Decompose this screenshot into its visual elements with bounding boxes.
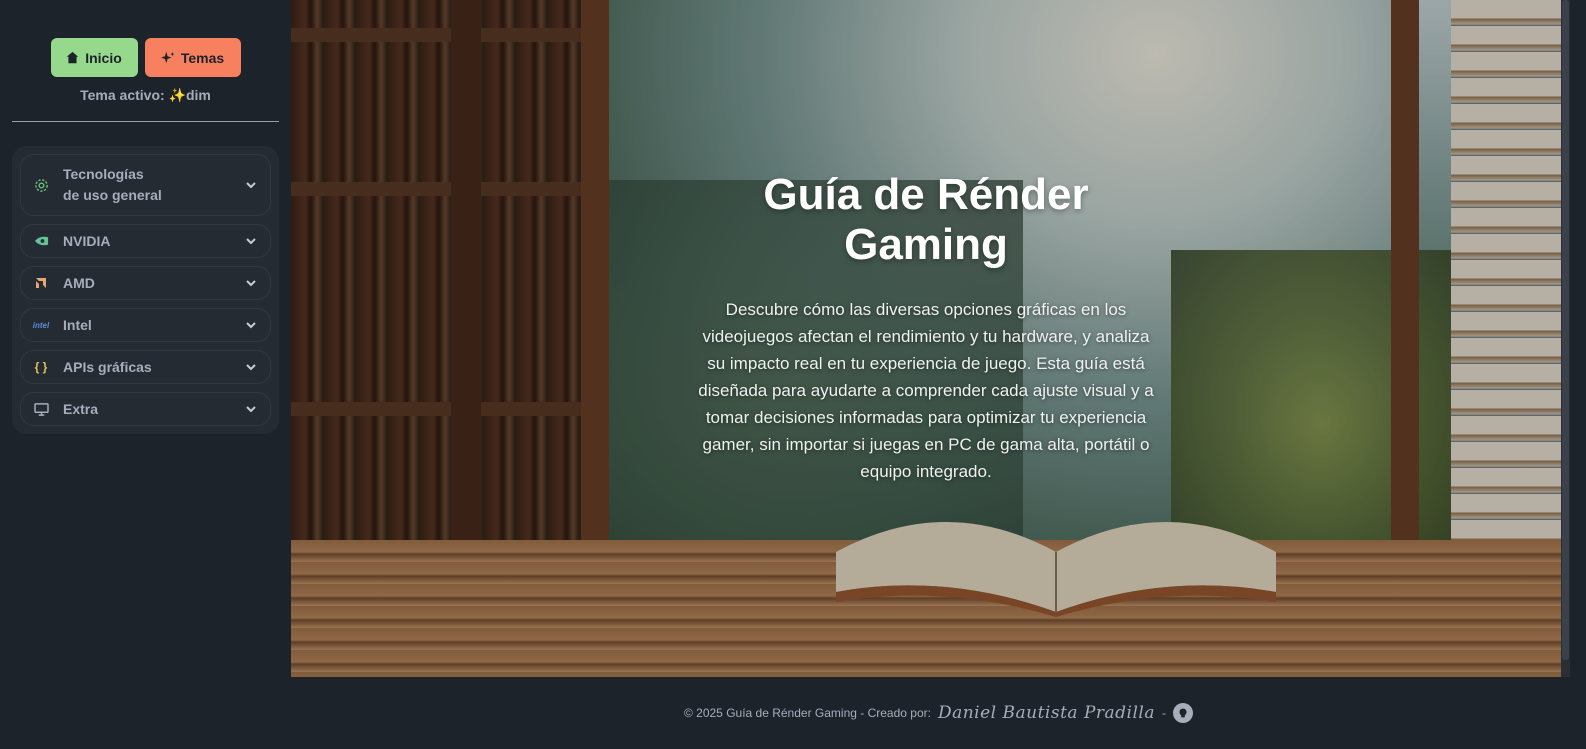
- menu-item-nvidia[interactable]: NVIDIA: [20, 224, 271, 258]
- menu-item-general-tech[interactable]: Tecnologías de uso general: [20, 154, 271, 216]
- nav-menu: Tecnologías de uso general NVIDIA AMD in…: [12, 146, 279, 434]
- chevron-down-icon: [246, 320, 256, 330]
- theme-sparkle-icon: ✨: [168, 87, 186, 103]
- app: Inicio Temas Tema activo: ✨dim Tecnologí…: [0, 0, 1586, 749]
- themes-button[interactable]: Temas: [144, 38, 241, 77]
- home-button[interactable]: Inicio: [50, 38, 138, 77]
- monitor-icon: [33, 401, 49, 417]
- chevron-down-icon: [246, 278, 256, 288]
- menu-item-label: APIs gráficas: [63, 358, 152, 375]
- menu-item-extra[interactable]: Extra: [20, 392, 271, 426]
- hero-section: Guía de Rénder Gaming Descubre cómo las …: [291, 0, 1561, 677]
- nvidia-icon: [33, 233, 49, 249]
- divider: [12, 121, 279, 122]
- menu-item-label-line1: Tecnologías: [63, 166, 144, 182]
- chevron-down-icon: [246, 180, 256, 190]
- top-buttons: Inicio Temas: [12, 38, 279, 77]
- active-theme-value: dim: [185, 87, 211, 103]
- menu-item-label: NVIDIA: [63, 232, 111, 249]
- menu-item-label: Intel: [63, 316, 92, 333]
- amd-icon: [33, 275, 49, 291]
- sparkles-icon: [160, 51, 175, 63]
- chevron-down-icon: [246, 362, 256, 372]
- footer: © 2025 Guía de Rénder Gaming - Creado po…: [291, 677, 1586, 749]
- menu-item-graphics-apis[interactable]: { } APIs gráficas: [20, 350, 271, 384]
- menu-item-label-line2: de uso general: [63, 187, 162, 203]
- footer-author-link[interactable]: Daniel Bautista Pradilla: [938, 703, 1155, 723]
- chevron-down-icon: [246, 404, 256, 414]
- intel-icon: intel: [32, 320, 50, 330]
- github-icon[interactable]: [1173, 703, 1193, 723]
- active-theme: Tema activo: ✨dim: [12, 87, 279, 104]
- menu-item-label: AMD: [63, 274, 95, 291]
- active-theme-label: Tema activo:: [80, 87, 165, 103]
- home-icon: [67, 51, 79, 64]
- sidebar: Inicio Temas Tema activo: ✨dim Tecnologí…: [0, 0, 291, 749]
- main-content: Guía de Rénder Gaming Descubre cómo las …: [291, 0, 1586, 749]
- gear-icon: [33, 177, 49, 193]
- hero-title: Guía de Rénder Gaming: [763, 170, 1089, 269]
- footer-separator: -: [1162, 706, 1166, 720]
- menu-item-intel[interactable]: intel Intel: [20, 308, 271, 342]
- themes-button-label: Temas: [180, 49, 225, 66]
- braces-icon: { }: [34, 360, 48, 374]
- hero-description: Descubre cómo las diversas opciones gráf…: [698, 300, 1154, 481]
- home-button-label: Inicio: [85, 49, 122, 66]
- footer-copyright: © 2025 Guía de Rénder Gaming - Creado po…: [683, 706, 931, 720]
- menu-item-label: Extra: [63, 400, 99, 417]
- menu-item-label: Tecnologías de uso general: [63, 164, 246, 206]
- menu-item-amd[interactable]: AMD: [20, 266, 271, 300]
- hero-content: Guía de Rénder Gaming Descubre cómo las …: [696, 170, 1156, 485]
- chevron-down-icon: [246, 236, 256, 246]
- scrollbar-thumb[interactable]: [1562, 0, 1569, 660]
